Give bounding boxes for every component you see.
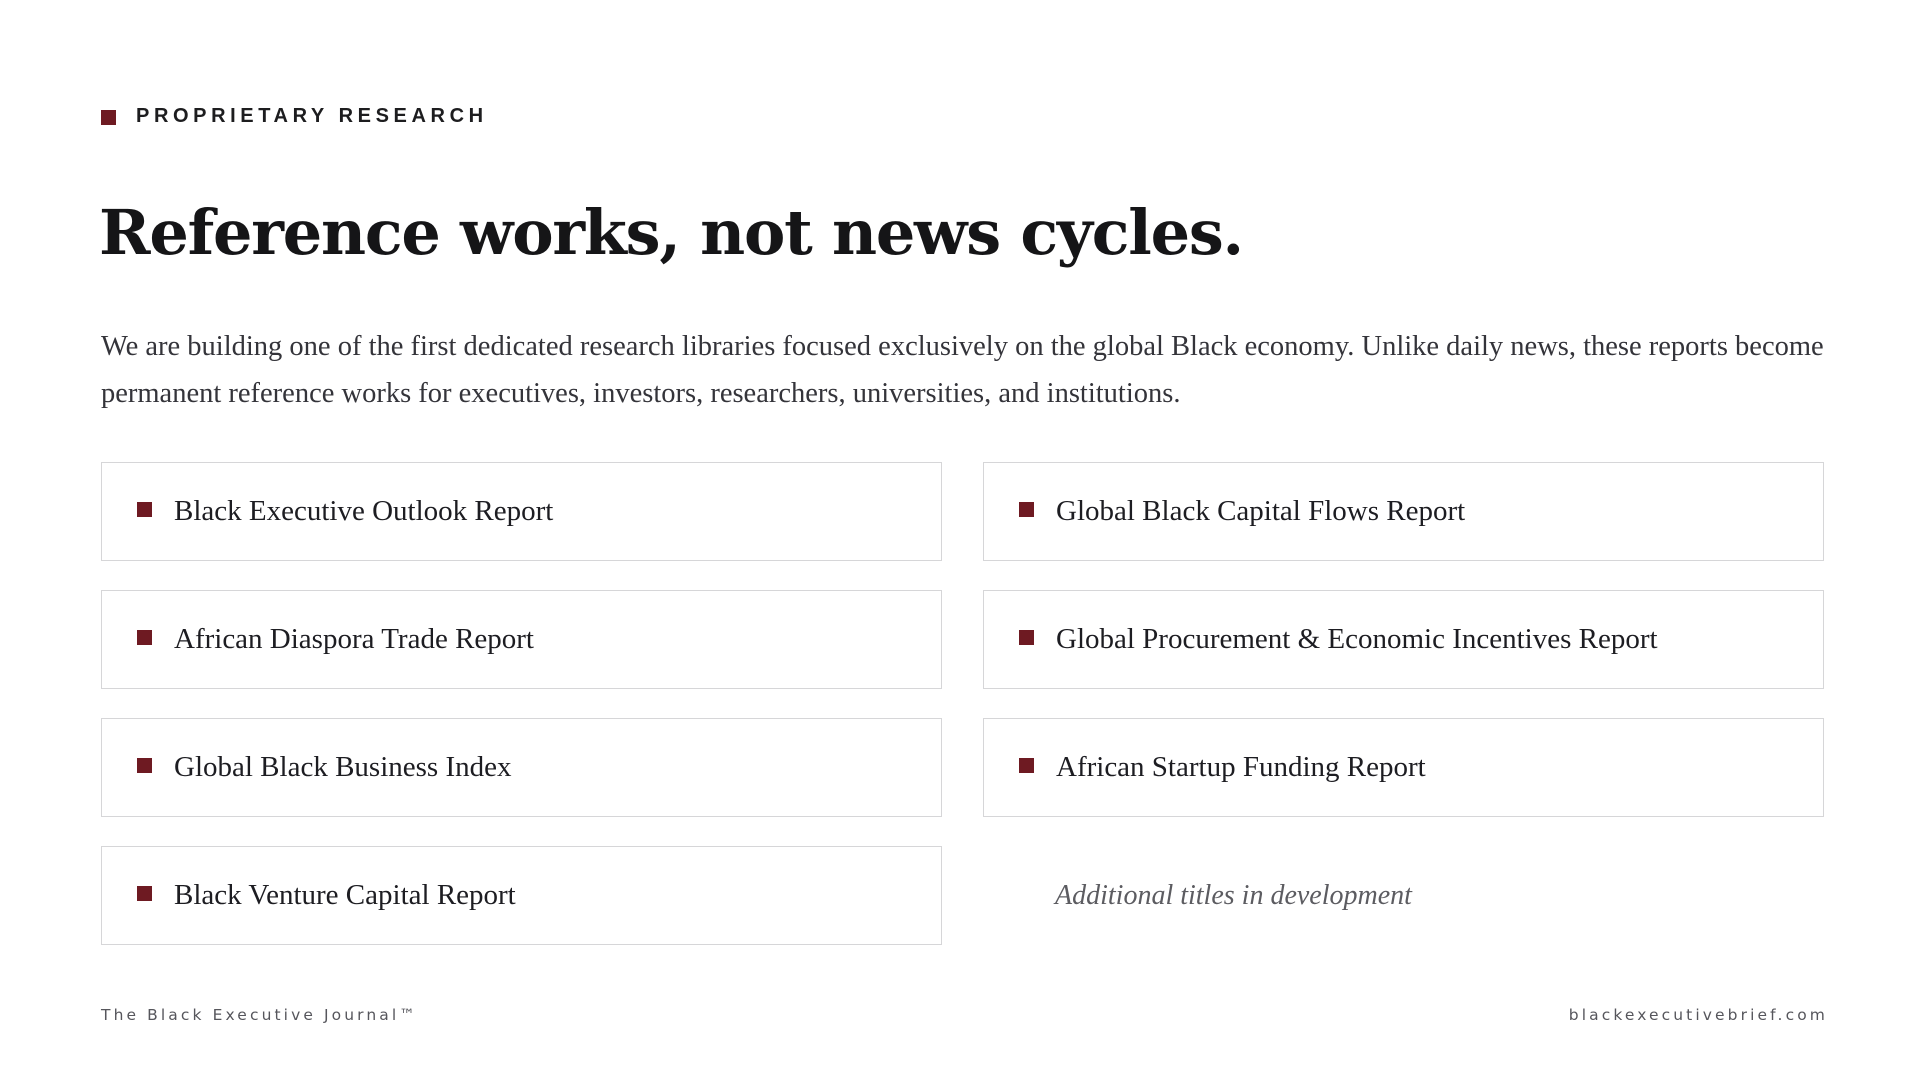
report-title: Global Procurement & Economic Incentives…: [1056, 623, 1658, 655]
report-card-african-diaspora-trade[interactable]: African Diaspora Trade Report: [101, 590, 942, 689]
square-bullet-icon: [137, 886, 152, 901]
footer-brand: The Black Executive Journal™: [101, 1006, 418, 1024]
footer-url: blackexecutivebrief.com: [1568, 1006, 1828, 1024]
report-card-black-executive-outlook[interactable]: Black Executive Outlook Report: [101, 462, 942, 561]
report-title: Global Black Business Index: [174, 751, 512, 783]
report-title: Black Venture Capital Report: [174, 879, 516, 911]
development-note: Additional titles in development: [1055, 879, 1412, 911]
report-card-global-black-business-index[interactable]: Global Black Business Index: [101, 718, 942, 817]
section-eyebrow: PROPRIETARY RESEARCH: [101, 104, 488, 128]
report-card-global-procurement[interactable]: Global Procurement & Economic Incentives…: [983, 590, 1824, 689]
report-card-black-venture-capital[interactable]: Black Venture Capital Report: [101, 846, 942, 945]
eyebrow-label: PROPRIETARY RESEARCH: [136, 104, 488, 127]
report-title: Global Black Capital Flows Report: [1056, 495, 1466, 527]
square-bullet-icon: [1019, 502, 1034, 517]
square-bullet-icon: [137, 758, 152, 773]
report-title: Black Executive Outlook Report: [174, 495, 554, 527]
square-bullet-icon: [101, 110, 116, 125]
page-title: Reference works, not news cycles.: [99, 196, 1244, 269]
square-bullet-icon: [1019, 758, 1034, 773]
report-title: African Diaspora Trade Report: [174, 623, 534, 655]
intro-paragraph: We are building one of the first dedicat…: [101, 331, 1824, 409]
square-bullet-icon: [137, 502, 152, 517]
report-title: African Startup Funding Report: [1056, 751, 1426, 783]
square-bullet-icon: [137, 630, 152, 645]
page: PROPRIETARY RESEARCH Reference works, no…: [0, 0, 1920, 1080]
square-bullet-icon: [1019, 630, 1034, 645]
report-grid: Black Executive Outlook Report Global Bl…: [101, 462, 1824, 945]
report-card-african-startup-funding[interactable]: African Startup Funding Report: [983, 718, 1824, 817]
report-card-global-black-capital-flows[interactable]: Global Black Capital Flows Report: [983, 462, 1824, 561]
